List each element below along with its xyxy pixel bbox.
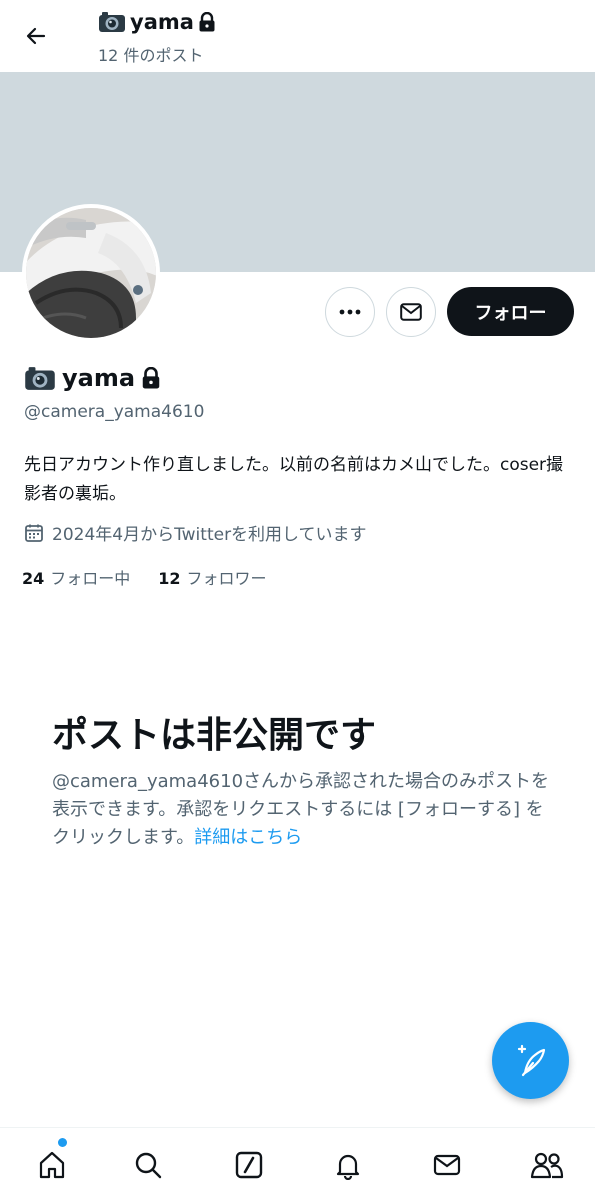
envelope-icon — [400, 303, 422, 321]
nav-messages[interactable] — [427, 1145, 467, 1185]
header-title: yama — [98, 10, 216, 34]
more-button[interactable] — [325, 287, 375, 337]
private-notice-title: ポストは非公開です — [52, 715, 377, 756]
followers-link[interactable]: 12 フォロワー — [158, 565, 266, 589]
notifications-icon — [336, 1154, 360, 1180]
following-link[interactable]: 24 フォロー中 — [22, 565, 130, 589]
follow-button[interactable]: フォロー — [447, 287, 574, 336]
follow-stats: 24 フォロー中 12 フォロワー — [22, 565, 267, 589]
joined-text: 2024年4月からTwitterを利用しています — [52, 525, 367, 545]
communities-icon — [530, 1152, 564, 1179]
avatar-image — [26, 208, 156, 338]
header-name: yama — [130, 10, 194, 34]
learn-more-link[interactable]: 詳細はこちら — [194, 827, 302, 848]
camera-icon — [99, 12, 125, 32]
nav-grok[interactable] — [229, 1145, 269, 1185]
following-count: 24 — [22, 569, 45, 588]
camera-icon — [25, 366, 55, 390]
profile-handle: @camera_yama4610 — [24, 402, 205, 422]
home-icon — [39, 1151, 65, 1179]
profile-name-text: yama — [62, 364, 136, 392]
following-label: フォロー中 — [50, 569, 131, 588]
bottom-nav — [0, 1127, 595, 1200]
back-button[interactable] — [16, 18, 56, 54]
lock-icon — [142, 367, 160, 389]
message-button[interactable] — [386, 287, 436, 337]
joined-date: 2024年4月からTwitterを利用しています — [24, 520, 367, 545]
grok-icon — [235, 1151, 263, 1179]
profile-bio: 先日アカウント作り直しました。以前の名前はカメ山でした。coser撮影者の裏垢。 — [24, 455, 564, 504]
followers-label: フォロワー — [186, 569, 267, 588]
lock-icon — [199, 12, 215, 32]
search-icon — [135, 1152, 162, 1179]
private-notice-body: @camera_yama4610さんから承認された場合のみポストを表示できます。… — [52, 768, 552, 852]
followers-count: 12 — [158, 569, 181, 588]
arrow-left-icon — [26, 27, 46, 45]
avatar[interactable] — [22, 204, 160, 342]
nav-communities[interactable] — [527, 1145, 567, 1185]
nav-notifications[interactable] — [328, 1145, 368, 1185]
nav-search[interactable] — [128, 1145, 168, 1185]
home-notification-dot — [58, 1138, 67, 1147]
profile-name: yama — [24, 364, 161, 392]
compose-icon — [517, 1044, 545, 1076]
calendar-icon — [25, 524, 43, 542]
compose-button[interactable] — [492, 1022, 569, 1099]
more-icon — [339, 309, 361, 315]
nav-home[interactable] — [32, 1145, 72, 1185]
post-count: 12 件のポスト — [98, 46, 204, 65]
messages-icon — [433, 1154, 461, 1176]
top-bar: yama 12 件のポスト — [0, 0, 595, 72]
